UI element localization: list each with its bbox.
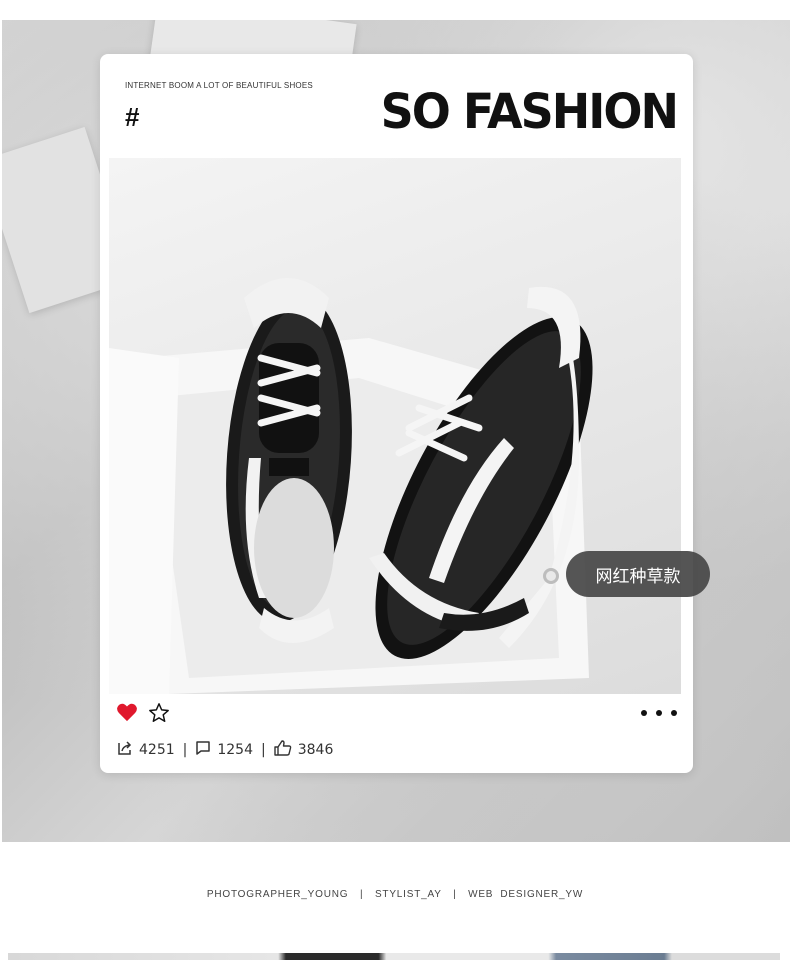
next-section-photo-strip	[8, 953, 780, 960]
stats-row: 4251 | 1254 | 3846	[117, 740, 333, 760]
product-photo	[109, 158, 681, 694]
star-icon[interactable]	[148, 702, 170, 729]
headline: SO FASHION	[380, 82, 679, 140]
heart-icon[interactable]	[116, 702, 138, 727]
comments-count: 1254	[217, 742, 253, 758]
comments-stat[interactable]: 1254	[195, 740, 253, 760]
credit-separator: |	[453, 889, 457, 900]
share-icon	[117, 740, 133, 760]
shares-stat[interactable]: 4251	[117, 740, 175, 760]
sneakers-image	[109, 278, 593, 694]
stat-separator: |	[261, 742, 266, 758]
hashtag-symbol: #	[125, 102, 140, 132]
more-options-icon[interactable]	[641, 710, 677, 716]
credit-separator: |	[359, 889, 364, 900]
photographer-credit: PHOTOGRAPHER_YOUNG	[206, 889, 349, 900]
web-designer-credit: WEB DESIGNER_YW	[468, 889, 584, 900]
tag-pin-dot[interactable]	[543, 568, 559, 584]
stat-separator: |	[182, 742, 188, 758]
tagline: INTERNET BOOM A LOT OF BEAUTIFUL SHOES	[125, 81, 313, 90]
thumbs-up-icon	[274, 740, 292, 760]
stylist-credit: STYLIST_AY	[374, 889, 442, 900]
credits-line: PHOTOGRAPHER_YOUNG | STYLIST_AY | WEB DE…	[0, 889, 790, 900]
product-tag-label[interactable]: 网红种草款	[566, 551, 710, 597]
likes-stat[interactable]: 3846	[274, 740, 334, 760]
shares-count: 4251	[139, 742, 175, 758]
post-card: INTERNET BOOM A LOT OF BEAUTIFUL SHOES #…	[100, 54, 693, 773]
comment-icon	[195, 740, 211, 760]
actions-row	[116, 702, 681, 726]
likes-count: 3846	[297, 742, 334, 758]
